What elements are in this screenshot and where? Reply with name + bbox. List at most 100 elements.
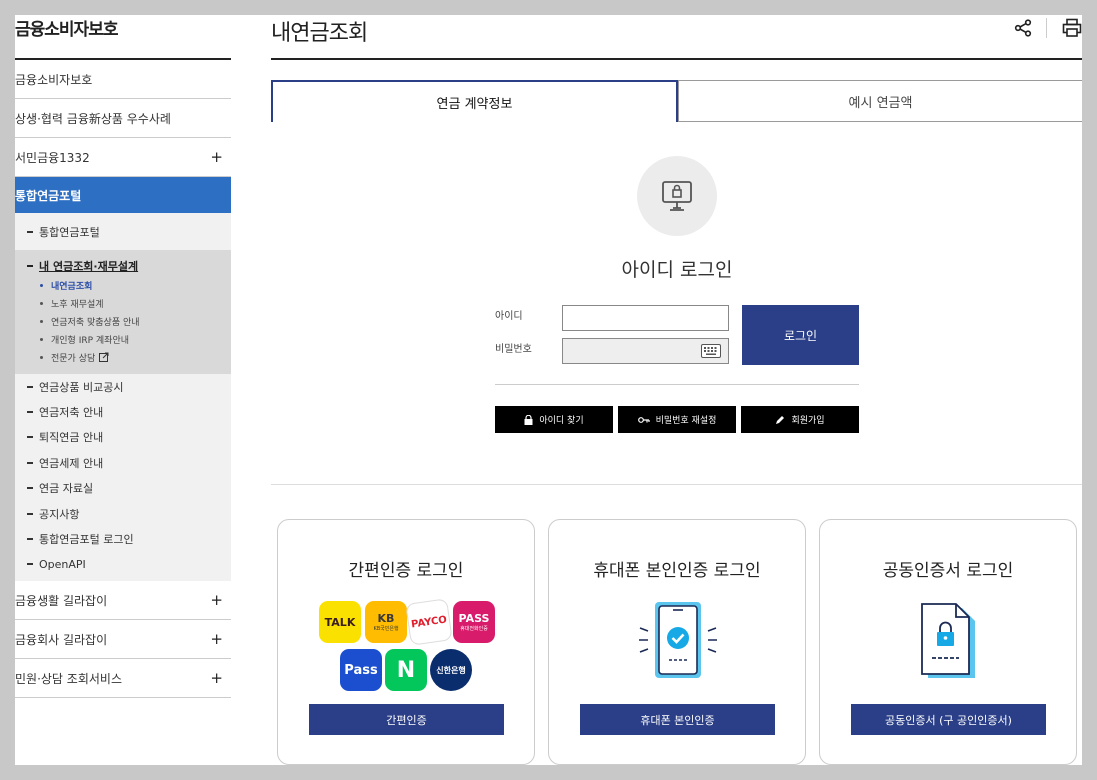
bullet-icon	[40, 337, 43, 341]
sidebar-item-pension-portal[interactable]: 통합연금포털	[15, 177, 231, 213]
naver-logo: N	[385, 649, 427, 691]
submenu-item-label: 통합연금포털 로그인	[39, 533, 134, 547]
leaf-savings-products[interactable]: 연금저축 맞춤상품 안내	[15, 312, 231, 330]
card-certificate: 공동인증서 로그인 공동인증서 (구 공인인증서)	[819, 519, 1077, 765]
keyboard-icon[interactable]	[701, 344, 721, 358]
external-link-icon	[99, 352, 109, 362]
sidebar-item-label: 상생·협력 금융新상품 우수사례	[15, 111, 171, 126]
leaf-my-pension[interactable]: 내연금조회	[15, 276, 231, 294]
submenu-item[interactable]: OpenAPI	[15, 552, 231, 577]
dash-icon	[27, 538, 33, 541]
submenu-item[interactable]: 연금저축 안내	[15, 399, 231, 424]
plus-icon[interactable]: +	[210, 669, 223, 687]
header-actions	[998, 17, 1082, 39]
leaf-irp[interactable]: 개인형 IRP 계좌안내	[15, 330, 231, 348]
bullet-icon	[40, 301, 43, 305]
logo-text: PAYCO	[410, 614, 448, 630]
submenu-item-portal[interactable]: 통합연금포털	[15, 213, 231, 250]
dash-icon	[27, 265, 33, 267]
share-icon[interactable]	[1012, 17, 1034, 39]
submenu-group-label: 내 연금조회·재무설계	[39, 260, 139, 273]
id-input[interactable]	[562, 305, 729, 331]
submenu-item[interactable]: 통합연금포털 로그인	[15, 526, 231, 551]
plus-icon[interactable]: +	[210, 630, 223, 648]
login-button[interactable]: 로그인	[742, 305, 859, 365]
samsung-pass-logo: Pass	[340, 649, 382, 691]
card-title: 공동인증서 로그인	[882, 561, 1014, 581]
reset-password-button[interactable]: 비밀번호 재설정	[618, 406, 736, 433]
logo-text: Pass	[344, 662, 378, 678]
signup-button[interactable]: 회원가입	[741, 406, 859, 433]
find-id-label: 아이디 찾기	[539, 416, 584, 426]
sidebar-item-financial-guide[interactable]: 금융생활 길라잡이 +	[15, 581, 231, 621]
page-title: 내연금조회	[271, 15, 1082, 60]
submenu-list: 연금상품 비교공시연금저축 안내퇴직연금 안내연금세제 안내연금 자료실 공지사항…	[15, 374, 231, 581]
leaf-label: 연금저축 맞춤상품 안내	[51, 317, 140, 328]
pen-icon	[776, 415, 785, 424]
dash-icon	[27, 487, 33, 490]
simple-auth-button[interactable]: 간편인증	[309, 704, 504, 735]
sidebar-item-1332[interactable]: 서민금융1332 +	[15, 138, 231, 177]
computer-lock-icon	[637, 156, 717, 236]
submenu-item[interactable]: 퇴직연금 안내	[15, 425, 231, 450]
submenu-item[interactable]: 연금상품 비교공시	[15, 374, 231, 399]
sidebar-item-label: 서민금융1332	[15, 150, 90, 165]
submenu-group-title[interactable]: 내 연금조회·재무설계	[15, 256, 231, 276]
sidebar-item-complaints[interactable]: 민원·상담 조회서비스 +	[15, 659, 231, 699]
bullet-icon	[40, 355, 43, 359]
divider	[495, 384, 859, 385]
submenu-item[interactable]: 연금세제 안내	[15, 450, 231, 475]
submenu-item[interactable]: 연금 자료실	[15, 476, 231, 501]
kb-logo: KB KB국민은행	[365, 601, 407, 643]
submenu-item-label: 연금상품 비교공시	[39, 380, 124, 394]
logo-text: PASS	[458, 612, 490, 625]
dash-icon	[27, 563, 33, 566]
submenu-item-label: 퇴직연금 안내	[39, 431, 104, 445]
dash-icon	[27, 230, 33, 233]
phone-auth-button[interactable]: 휴대폰 본인인증	[580, 704, 775, 735]
logo-text: TALK	[324, 615, 356, 629]
submenu-group: 내 연금조회·재무설계 내연금조회 노후 재무설계 연금저축 맞춤상품 안내 개…	[15, 250, 231, 374]
sidebar-item-label: 금융소비자보호	[15, 72, 93, 87]
print-icon[interactable]	[1061, 17, 1082, 39]
dash-icon	[27, 461, 33, 464]
card-title: 휴대폰 본인인증 로그인	[593, 561, 761, 581]
submenu-item-label: OpenAPI	[39, 557, 86, 571]
login-title: 아이디 로그인	[621, 259, 733, 281]
sidebar-item-label: 금융회사 길라잡이	[15, 632, 108, 647]
pass-logo: PASS 휴대전화인증	[453, 601, 495, 643]
logo-text: 신한은행	[436, 665, 466, 675]
divider	[1046, 18, 1047, 38]
signup-label: 회원가입	[791, 416, 825, 426]
certificate-document-icon	[921, 603, 975, 678]
plus-icon[interactable]: +	[210, 591, 223, 609]
submenu-item-label: 연금저축 안내	[39, 406, 104, 420]
dash-icon	[27, 436, 33, 439]
sidebar-title: 금융소비자보호	[15, 15, 231, 60]
find-id-button[interactable]: 아이디 찾기	[495, 406, 613, 433]
tab-bar: 연금 계약정보 예시 연금액	[271, 80, 1082, 122]
dash-icon	[27, 411, 33, 414]
page: 금융소비자보호 금융소비자보호 상생·협력 금융新상품 우수사례 서민금융133…	[15, 15, 1082, 765]
phone-check-icon	[639, 602, 717, 678]
sidebar-item-label: 통합연금포털	[15, 188, 82, 203]
sidebar-item-consumer-protection[interactable]: 금융소비자보호	[15, 60, 231, 99]
plus-icon[interactable]: +	[210, 148, 223, 166]
shinhan-logo: 신한은행	[430, 649, 472, 691]
tab-contract-info[interactable]: 연금 계약정보	[271, 80, 678, 122]
certificate-auth-button[interactable]: 공동인증서 (구 공인인증서)	[851, 704, 1046, 735]
submenu-item-label: 연금세제 안내	[39, 456, 104, 470]
submenu-item[interactable]: 공지사항	[15, 501, 231, 526]
logo-subtext: 휴대전화인증	[460, 626, 488, 632]
tab-example-amount[interactable]: 예시 연금액	[678, 80, 1082, 122]
leaf-label: 내연금조회	[51, 281, 93, 292]
sidebar-item-company-guide[interactable]: 금융회사 길라잡이 +	[15, 620, 231, 660]
leaf-expert-consult[interactable]: 전문가 상담	[15, 348, 231, 366]
dash-icon	[27, 512, 33, 515]
card-phone-auth: 휴대폰 본인인증 로그인 휴대폰 본인인증	[548, 519, 806, 765]
kakao-logo: TALK	[319, 601, 361, 643]
leaf-retirement-plan[interactable]: 노후 재무설계	[15, 294, 231, 312]
submenu-item-label: 통합연금포털	[39, 225, 100, 239]
divider	[271, 484, 1082, 485]
sidebar-item-cooperation[interactable]: 상생·협력 금융新상품 우수사례	[15, 99, 231, 138]
